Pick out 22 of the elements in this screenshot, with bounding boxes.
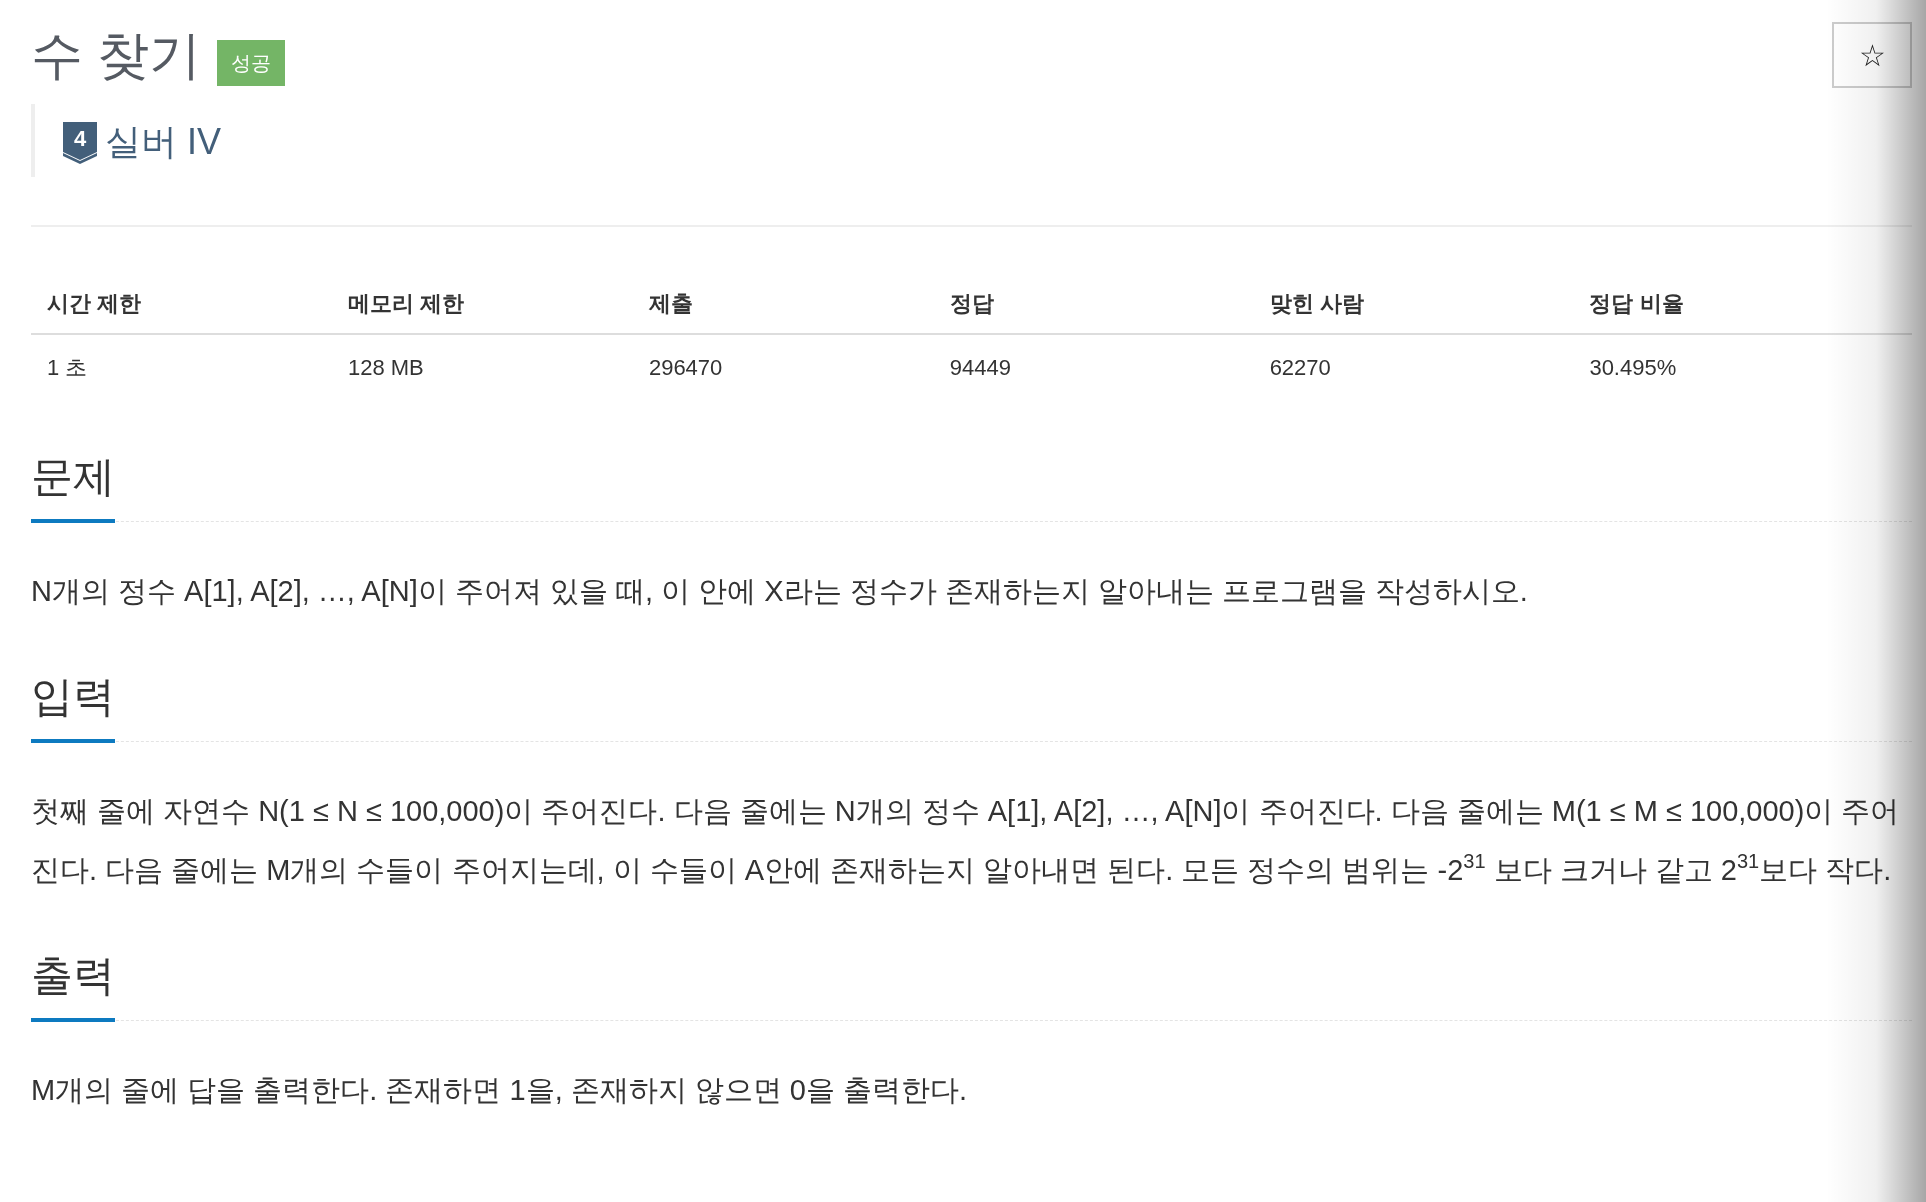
table-cell: 296470 — [632, 334, 934, 401]
section-heading: 입력 — [31, 661, 115, 743]
column-header: 제출 — [632, 275, 934, 334]
column-header: 정답 — [933, 275, 1254, 334]
tier-label: 실버 IV — [105, 120, 221, 164]
table-cell: 30.495% — [1573, 334, 1912, 401]
column-header: 맞힌 사람 — [1253, 275, 1574, 334]
table-cell: 128 MB — [331, 334, 633, 401]
section-heading: 문제 — [31, 441, 115, 523]
favorite-button[interactable]: ☆ — [1832, 22, 1912, 88]
column-header: 시간 제한 — [31, 275, 332, 334]
paragraph: 첫째 줄에 자연수 N(1 ≤ N ≤ 100,000)이 주어진다. 다음 줄에는 N개의 정수 A[1], A[2], …, A[N]이 주어진다. 다음 줄에는 M(1 ≤ M ≤ 100,000)이 주어진다. 다음 줄에는 M개의 수들이 주어지는데, 이 수들이 A안에 존재하는지 알아내면 된다. 모든 정수의 범위는 -2$^{31}$ 보다 크거나 같고 2$^{31}$보다 작다. — [31, 794, 1901, 888]
paragraph: M개의 줄에 답을 출력한다. 존재하면 1을, 존재하지 않으면 0을 출력한다. — [31, 1073, 969, 1108]
column-header: 메모리 제한 — [331, 275, 633, 334]
table-cell: 1 초 — [31, 334, 332, 401]
table-cell: 62270 — [1253, 334, 1574, 401]
table-cell: 94449 — [933, 334, 1254, 401]
problem-title: 수 찾기 — [31, 25, 202, 86]
column-header: 정답 비율 — [1573, 275, 1912, 334]
status-label: 성공 — [217, 40, 286, 86]
paragraph: N개의 정수 A[1], A[2], …, A[N]이 주어져 있을 때, 이 안에 X라는 정수가 존재하는지 알아내는 프로그램을 작성하시오. — [31, 574, 1529, 609]
section-heading: 출력 — [31, 940, 115, 1022]
